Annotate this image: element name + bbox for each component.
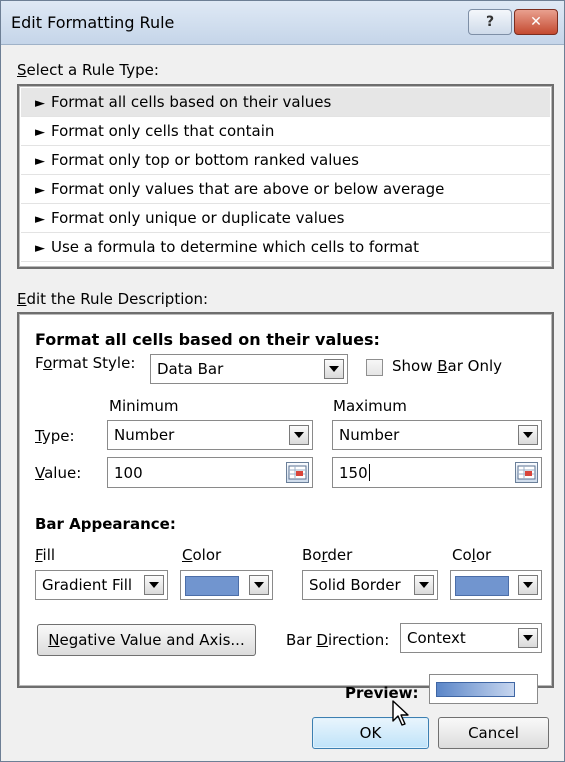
format-style-label: Format Style: (35, 354, 136, 372)
maximum-header: Maximum (333, 397, 407, 415)
minimum-type-value: Number (114, 426, 175, 444)
fill-type-dropdown[interactable]: Gradient Fill (35, 570, 168, 600)
maximum-value-input[interactable]: 150 (332, 457, 542, 488)
rule-description-panel: Format all cells based on their values: … (17, 312, 554, 702)
edit-formatting-rule-dialog: Edit Formatting Rule ? ✕ Select a Rule T… (0, 0, 565, 762)
maximum-value-text: 150 (339, 464, 370, 482)
close-button[interactable]: ✕ (514, 9, 558, 35)
maximum-type-value: Number (339, 426, 400, 444)
fill-color-label: Color (182, 546, 222, 564)
chevron-down-icon[interactable] (289, 425, 309, 445)
preview-data-bar (436, 682, 515, 697)
bar-appearance-heading: Bar Appearance: (35, 515, 176, 533)
minimum-value-text: 100 (114, 464, 143, 482)
chevron-down-icon[interactable] (518, 575, 538, 595)
rule-type-item-unique-duplicate[interactable]: ► Format only unique or duplicate values (21, 204, 550, 233)
chevron-down-icon[interactable] (414, 575, 434, 595)
chevron-down-icon[interactable] (518, 628, 538, 648)
border-type-value: Solid Border (309, 576, 401, 594)
chevron-down-icon[interactable] (144, 575, 164, 595)
rule-type-item-all-cells[interactable]: ► Format all cells based on their values (21, 88, 550, 117)
type-label: Type: (35, 427, 75, 445)
value-label: Value: (35, 464, 82, 482)
fill-type-value: Gradient Fill (42, 576, 133, 594)
triangle-right-icon: ► (35, 125, 45, 140)
rule-type-item-top-bottom[interactable]: ► Format only top or bottom ranked values (21, 146, 550, 175)
range-select-icon[interactable] (286, 462, 309, 483)
close-icon: ✕ (530, 14, 542, 30)
border-color-label: Color (452, 546, 492, 564)
cancel-button[interactable]: Cancel (438, 717, 549, 749)
fill-color-picker[interactable] (180, 570, 273, 600)
help-icon: ? (485, 14, 495, 30)
title-bar[interactable]: Edit Formatting Rule ? ✕ (1, 1, 564, 45)
fill-color-swatch (185, 576, 239, 596)
mouse-pointer-icon (392, 700, 409, 726)
show-bar-only-label[interactable]: Show Bar Only (392, 357, 502, 375)
border-type-dropdown[interactable]: Solid Border (302, 570, 438, 600)
window-title: Edit Formatting Rule (11, 13, 175, 32)
chevron-down-icon[interactable] (249, 575, 269, 595)
triangle-right-icon: ► (35, 154, 45, 169)
rule-type-item-formula[interactable]: ► Use a formula to determine which cells … (21, 233, 550, 262)
show-bar-only-checkbox[interactable] (366, 359, 383, 376)
chevron-down-icon[interactable] (518, 425, 538, 445)
rule-type-label: Select a Rule Type: (17, 61, 159, 79)
border-label: Border (302, 546, 353, 564)
bar-direction-label: Bar Direction: (286, 631, 390, 649)
range-select-icon[interactable] (515, 462, 538, 483)
negative-value-axis-button[interactable]: Negative Value and Axis... (37, 624, 256, 656)
chevron-down-icon[interactable] (324, 359, 344, 379)
border-color-picker[interactable] (450, 570, 542, 600)
format-style-value: Data Bar (157, 360, 224, 378)
bar-direction-dropdown[interactable]: Context (400, 623, 542, 653)
minimum-value-input[interactable]: 100 (107, 457, 313, 488)
help-button[interactable]: ? (468, 9, 512, 35)
border-color-swatch (455, 576, 509, 596)
minimum-header: Minimum (109, 397, 179, 415)
format-style-dropdown[interactable]: Data Bar (150, 354, 348, 384)
preview-box (429, 674, 538, 704)
rule-type-item-above-below-average[interactable]: ► Format only values that are above or be… (21, 175, 550, 204)
description-heading: Format all cells based on their values: (35, 330, 380, 349)
rule-type-item-cells-contain[interactable]: ► Format only cells that contain (21, 117, 550, 146)
triangle-right-icon: ► (35, 212, 45, 227)
rule-type-list[interactable]: ► Format all cells based on their values … (17, 84, 554, 269)
triangle-right-icon: ► (35, 241, 45, 256)
rule-description-label: Edit the Rule Description: (17, 290, 209, 308)
triangle-right-icon: ► (35, 96, 45, 111)
bar-direction-value: Context (407, 629, 466, 647)
triangle-right-icon: ► (35, 183, 45, 198)
fill-label: Fill (35, 546, 56, 564)
minimum-type-dropdown[interactable]: Number (107, 420, 313, 450)
ok-button[interactable]: OK (312, 717, 429, 749)
maximum-type-dropdown[interactable]: Number (332, 420, 542, 450)
